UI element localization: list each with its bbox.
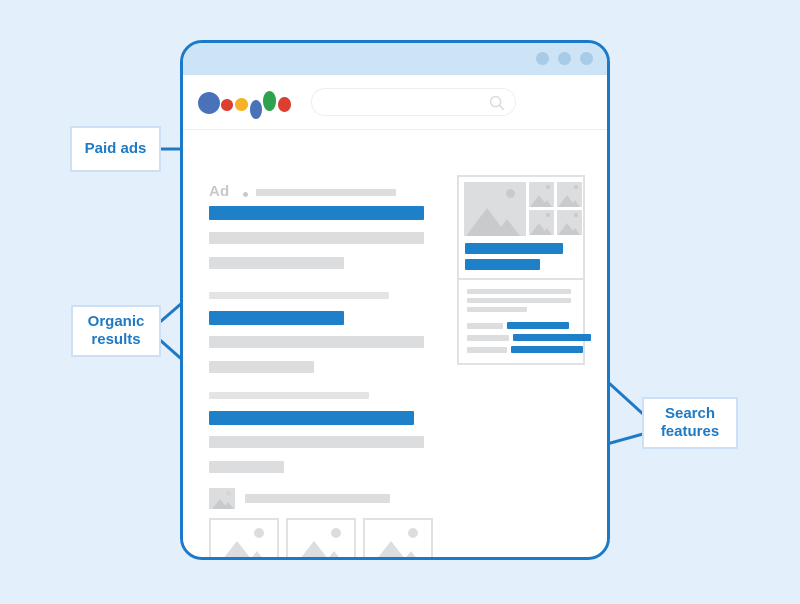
kp-action-bar-1[interactable] xyxy=(465,243,563,254)
image-pack-header-icon xyxy=(209,488,235,509)
logo-blob-red-1 xyxy=(221,99,233,111)
kp-attr-label-2 xyxy=(467,335,509,341)
window-controls[interactable] xyxy=(536,52,593,65)
search-icon xyxy=(489,95,504,110)
logo-blob-blue-large xyxy=(198,92,220,114)
kp-text-line-3 xyxy=(467,307,527,312)
callout-organic-results-label: Organic results xyxy=(87,313,145,348)
diagram-canvas: Ad Paid ads Organic results Search featu… xyxy=(0,0,800,604)
organic-2-title-bar[interactable] xyxy=(209,411,414,425)
ad-description-line-2 xyxy=(209,257,344,269)
callout-organic-results[interactable]: Organic results xyxy=(71,305,161,357)
organic-1-description-line-1 xyxy=(209,336,424,348)
logo-blob-green xyxy=(263,91,276,111)
kp-thumb-2[interactable] xyxy=(557,182,582,207)
logo-blob-red-2 xyxy=(278,97,291,112)
kp-text-line-1 xyxy=(467,289,571,294)
callout-search-features[interactable]: Search features xyxy=(642,397,738,449)
kp-attr-value-1[interactable] xyxy=(507,322,569,329)
organic-2-description-line-1 xyxy=(209,436,424,448)
callout-paid-ads[interactable]: Paid ads xyxy=(70,126,161,172)
callout-search-features-label: Search features xyxy=(660,405,720,440)
image-pack-header-bar xyxy=(245,494,390,503)
kp-attr-label-1 xyxy=(467,323,503,329)
window-dot-3[interactable] xyxy=(580,52,593,65)
ad-url-bar xyxy=(256,189,396,196)
browser-chrome xyxy=(183,75,607,130)
logo-blob-blue-descender xyxy=(250,100,262,119)
serp-body: Ad xyxy=(183,130,607,557)
kp-attr-label-3 xyxy=(467,347,507,353)
browser-titlebar xyxy=(183,43,607,75)
image-thumb-3[interactable] xyxy=(363,518,433,557)
organic-1-url-bar xyxy=(209,292,389,299)
search-input[interactable] xyxy=(311,88,516,116)
browser-window: Ad xyxy=(180,40,610,560)
kp-thumb-1[interactable] xyxy=(529,182,554,207)
image-thumb-2[interactable] xyxy=(286,518,356,557)
window-dot-2[interactable] xyxy=(558,52,571,65)
ad-description-line-1 xyxy=(209,232,424,244)
kp-text-line-2 xyxy=(467,298,571,303)
knowledge-panel[interactable] xyxy=(457,175,591,365)
organic-2-url-bar xyxy=(209,392,369,399)
ad-title-bar[interactable] xyxy=(209,206,424,220)
ad-label: Ad xyxy=(209,183,230,200)
kp-attr-value-3[interactable] xyxy=(511,346,583,353)
organic-1-title-bar[interactable] xyxy=(209,311,344,325)
knowledge-hero-image[interactable] xyxy=(464,182,526,236)
organic-2-description-line-2 xyxy=(209,461,284,473)
kp-thumb-4[interactable] xyxy=(557,210,582,235)
logo-blob-yellow xyxy=(235,98,248,111)
google-logo[interactable] xyxy=(198,87,298,121)
image-thumb-1[interactable] xyxy=(209,518,279,557)
kp-attr-value-2[interactable] xyxy=(513,334,591,341)
kp-thumb-3[interactable] xyxy=(529,210,554,235)
ad-separator-dot xyxy=(243,192,248,197)
kp-action-bar-2[interactable] xyxy=(465,259,540,270)
window-dot-1[interactable] xyxy=(536,52,549,65)
organic-1-description-line-2 xyxy=(209,361,314,373)
kp-divider xyxy=(459,278,583,280)
callout-paid-ads-label: Paid ads xyxy=(84,140,147,158)
